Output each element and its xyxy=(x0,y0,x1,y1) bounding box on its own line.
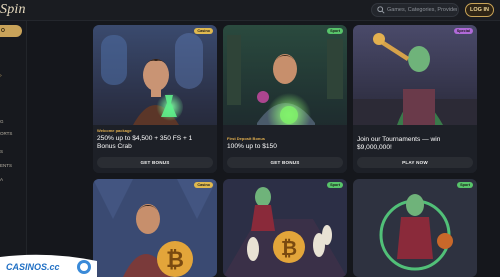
svg-text:₿: ₿ xyxy=(281,236,297,260)
login-button[interactable]: LOG IN xyxy=(465,3,494,17)
search-box[interactable] xyxy=(371,3,459,17)
category-badge: Special xyxy=(453,28,473,34)
promo-subtitle: First Deposit Bonus xyxy=(227,136,266,141)
promo-card-special[interactable]: Special Join our Tournaments — win $9,00… xyxy=(353,25,477,173)
sidebar-item[interactable]: ORTS xyxy=(0,131,12,136)
search-icon xyxy=(377,6,385,14)
category-badge: Sport xyxy=(457,182,473,188)
top-bar: Spin LOG IN xyxy=(0,0,500,21)
sidebar-item[interactable]: G xyxy=(0,119,4,124)
promo-card-sport[interactable]: ₿ Sport xyxy=(223,179,347,277)
play-now-button[interactable]: PLAY NOW xyxy=(357,157,473,168)
promo-title: Join our Tournaments — win $9,000,000! xyxy=(357,136,441,151)
get-bonus-button[interactable]: GET BONUS xyxy=(97,157,213,168)
bitcoin-gentleman-illustration: ₿ xyxy=(93,179,217,277)
promo-title: 100% up to $150 xyxy=(227,143,277,150)
logo[interactable]: Spin xyxy=(0,2,26,18)
promo-card-casino[interactable]: ₿ Casino xyxy=(93,179,217,277)
sidebar-item-arrow[interactable]: › xyxy=(0,73,2,79)
watermark-text: CASINOS.cc xyxy=(6,262,60,272)
promo-card-casino[interactable]: Casino Welcome package 250% up to $4,500… xyxy=(93,25,217,173)
svg-text:₿: ₿ xyxy=(166,248,184,273)
bowling-illustration: ₿ xyxy=(223,179,347,277)
get-bonus-button[interactable]: GET BONUS xyxy=(227,157,343,168)
sidebar-item-label: O xyxy=(1,28,5,34)
sidebar-item[interactable]: A xyxy=(0,177,3,182)
category-badge: Sport xyxy=(327,182,343,188)
sidebar-item-active[interactable]: O xyxy=(0,25,22,37)
sidebar-item[interactable]: ENTS xyxy=(0,163,12,168)
category-badge: Casino xyxy=(194,28,213,34)
zombie-basketball-illustration xyxy=(353,179,477,277)
promo-card-sport[interactable]: Sport xyxy=(353,179,477,277)
promo-title: 250% up to $4,500 + 350 FS + 1 Bonus Cra… xyxy=(97,135,193,150)
category-badge: Casino xyxy=(194,182,213,188)
promo-subtitle: Welcome package xyxy=(97,128,132,133)
sidebar: O › G ORTS S ENTS A xyxy=(0,21,27,277)
sidebar-item[interactable]: S xyxy=(0,149,3,154)
promo-card-sport[interactable]: Sport First Deposit Bonus 100% up to $15… xyxy=(223,25,347,173)
search-input[interactable] xyxy=(387,4,457,16)
category-badge: Sport xyxy=(327,28,343,34)
